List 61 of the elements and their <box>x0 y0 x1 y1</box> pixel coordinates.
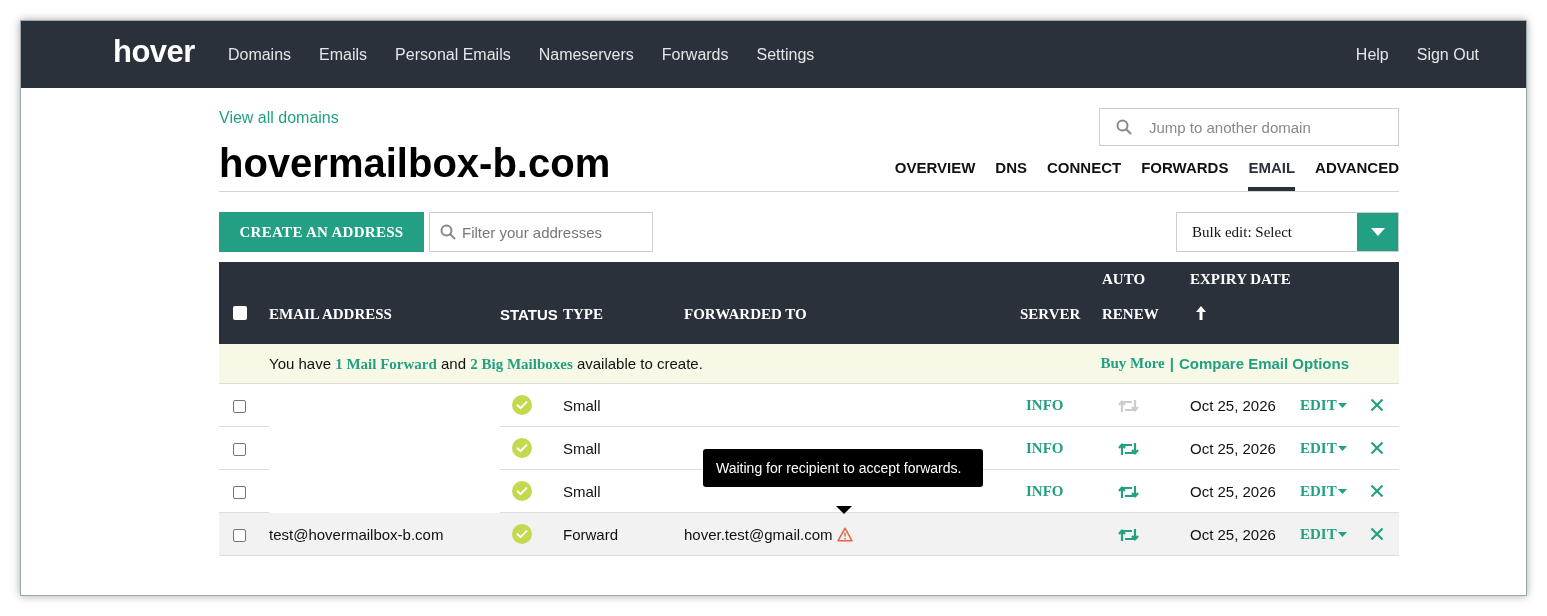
sort-arrow-icon[interactable] <box>1195 306 1207 320</box>
nav-link[interactable]: Domains <box>227 45 292 64</box>
nav-link[interactable]: Personal Emails <box>395 45 511 64</box>
expiry-date: Oct 25, 2026 <box>1190 439 1276 457</box>
row-checkbox[interactable] <box>233 443 246 457</box>
tab[interactable]: ADVANCED <box>1315 159 1399 191</box>
delete-icon[interactable] <box>1370 526 1384 541</box>
nav-link[interactable]: Help <box>1355 45 1389 64</box>
delete-icon[interactable] <box>1370 397 1384 412</box>
nav-link[interactable]: Forwards <box>661 45 729 64</box>
auto-renew-icon[interactable] <box>1118 441 1139 457</box>
select-all-checkbox[interactable] <box>233 306 247 320</box>
search-icon <box>1116 119 1132 135</box>
delete-icon[interactable] <box>1370 440 1384 455</box>
caret-icon <box>1337 488 1347 495</box>
bulk-edit-dropdown[interactable]: Bulk edit: Select <box>1176 212 1399 252</box>
expiry-date: Oct 25, 2026 <box>1190 396 1276 414</box>
domain-title: hovermailbox-b.com <box>219 140 611 187</box>
notice-text: You have 1 Mail Forward and 2 Big Mailboxes available to create. <box>269 354 703 372</box>
column-header: SERVER <box>1020 306 1081 322</box>
row-checkbox[interactable] <box>233 486 246 500</box>
nav-link[interactable]: Nameservers <box>538 45 634 64</box>
tab[interactable]: FORWARDS <box>1141 159 1229 191</box>
row-checkbox[interactable] <box>233 529 246 543</box>
column-header[interactable]: EXPIRY DATE <box>1190 271 1291 287</box>
separator: | <box>1169 355 1174 372</box>
search-field[interactable]: Jump to another domain <box>1099 108 1399 146</box>
column-header: TYPE <box>563 306 603 322</box>
tab[interactable]: CONNECT <box>1047 159 1122 191</box>
nav-link[interactable]: Emails <box>319 45 368 64</box>
email-type: Forward <box>563 525 618 543</box>
expiry-date: Oct 25, 2026 <box>1190 482 1276 500</box>
row-checkbox[interactable] <box>233 400 246 414</box>
tooltip: Waiting for recipient to accept forwards. <box>703 449 983 487</box>
caret-icon <box>1337 445 1347 452</box>
forward-address: hover.test@gmail.com <box>684 525 833 543</box>
logo[interactable]: hover <box>113 34 195 70</box>
caret-icon <box>1370 228 1385 236</box>
filter-field[interactable]: Filter your addresses <box>429 212 653 252</box>
auto-renew-icon[interactable] <box>1118 527 1139 543</box>
tab[interactable]: DNS <box>995 159 1027 191</box>
email-type: Small <box>563 396 601 414</box>
search-icon <box>440 224 456 240</box>
auto-renew-icon[interactable] <box>1118 484 1139 500</box>
caret-icon <box>1337 402 1347 409</box>
tab[interactable]: EMAIL <box>1248 159 1296 191</box>
email-address: test@hovermailbox-b.com <box>269 525 444 543</box>
expiry-date: Oct 25, 2026 <box>1190 525 1276 543</box>
nav-link[interactable]: Sign Out <box>1416 45 1479 64</box>
column-header: EMAIL ADDRESS <box>269 306 392 322</box>
tab[interactable]: OVERVIEW <box>894 159 976 191</box>
nav-link[interactable]: Settings <box>756 45 815 64</box>
delete-icon[interactable] <box>1370 483 1384 498</box>
column-header: AUTO RENEW <box>1102 271 1159 322</box>
email-type: Small <box>563 482 601 500</box>
warning-icon[interactable] <box>836 526 853 542</box>
column-header: FORWARDED TO <box>684 306 807 322</box>
column-header: STATUS <box>500 306 558 323</box>
caret-icon <box>1337 531 1347 538</box>
email-type: Small <box>563 439 601 457</box>
tooltip-pointer <box>836 506 852 514</box>
